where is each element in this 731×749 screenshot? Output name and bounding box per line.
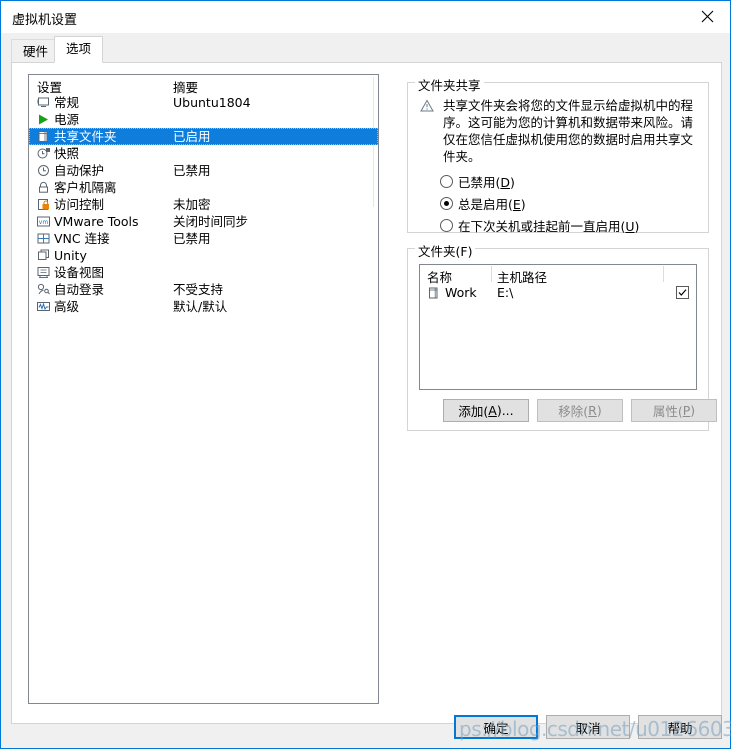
radio-disabled[interactable]: 已禁用(D) (440, 171, 515, 191)
options-tab-page: 设置 摘要 常规 Ubuntu1804 电源 共享文件夹 已启用 快照 自动保护… (11, 62, 722, 724)
list-item-vmware-tools[interactable]: vm VMware Tools 关闭时间同步 (29, 213, 378, 230)
list-item-autologon[interactable]: 自动登录 不受支持 (29, 281, 378, 298)
remove-folder-button[interactable]: 移除(R) (537, 399, 623, 422)
list-item-label: 自动保护 (54, 163, 105, 178)
autoprotect-clock-icon (36, 163, 51, 178)
list-item-summary: 已禁用 (173, 163, 211, 178)
folder-icon (427, 286, 441, 300)
list-item-unity[interactable]: Unity (29, 247, 378, 264)
close-icon[interactable] (685, 1, 730, 32)
radio-until-shutdown-label: 在下次关机或挂起前一直启用(U) (458, 218, 640, 234)
cancel-button[interactable]: 取消 (546, 715, 630, 739)
list-item-label: 常规 (54, 95, 80, 110)
radio-indicator (440, 218, 453, 232)
snapshot-clock-icon (36, 146, 51, 161)
radio-always-enabled-label: 总是启用(E) (458, 196, 526, 212)
unity-icon (36, 248, 51, 263)
column-divider (663, 266, 664, 282)
list-item-autoprotect[interactable]: 自动保护 已禁用 (29, 162, 378, 179)
shared-folder-icon (36, 129, 51, 144)
radio-indicator (440, 174, 453, 188)
tab-strip: 硬件 选项 (1, 33, 730, 63)
list-item-vnc[interactable]: VNC 连接 已禁用 (29, 230, 378, 247)
list-item-label: 高级 (54, 299, 80, 314)
help-button[interactable]: 帮助 (638, 715, 722, 739)
folder-host-path: E:\ (497, 285, 514, 300)
list-item-summary: 未加密 (173, 197, 211, 212)
folder-sharing-title: 文件夹共享 (415, 75, 484, 94)
folder-sharing-warning-text: 共享文件夹会将您的文件显示给虚拟机中的程序。这可能为您的计算机和数据带来风险。请… (443, 98, 694, 164)
device-view-icon (36, 265, 51, 280)
list-item-guest-isolation[interactable]: 客户机隔离 (29, 179, 378, 196)
list-item-label: Unity (54, 248, 87, 263)
list-item-snapshots[interactable]: 快照 (29, 145, 378, 162)
radio-disabled-label: 已禁用(D) (458, 174, 515, 190)
settings-list[interactable]: 设置 摘要 常规 Ubuntu1804 电源 共享文件夹 已启用 快照 自动保护… (28, 74, 379, 704)
folder-sharing-group: 文件夹共享 共享文件夹会将您的文件显示给虚拟机中的程序。这可能为您的计算机和数据… (407, 75, 709, 235)
list-item-summary: 已启用 (173, 129, 211, 144)
vmware-tools-icon: vm (36, 214, 51, 229)
list-item-label: 电源 (54, 112, 80, 127)
vnc-icon (36, 231, 51, 246)
folders-table[interactable]: 名称 主机路径 Work E:\ (419, 264, 697, 390)
window-title: 虚拟机设置 (12, 13, 78, 28)
list-item-device-view[interactable]: 设备视图 (29, 264, 378, 281)
list-item-label: 访问控制 (54, 197, 105, 212)
monitor-icon (36, 95, 51, 110)
lock-icon (36, 180, 51, 195)
tab-options[interactable]: 选项 (54, 36, 104, 63)
list-item-general[interactable]: 常规 Ubuntu1804 (29, 94, 378, 111)
list-item-summary: 不受支持 (173, 282, 224, 297)
access-control-icon (36, 197, 51, 212)
list-item-summary: 已禁用 (173, 231, 211, 246)
warning-triangle-icon (420, 99, 434, 113)
list-item-label: 设备视图 (54, 265, 105, 280)
options-detail-pane: 文件夹共享 共享文件夹会将您的文件显示给虚拟机中的程序。这可能为您的计算机和数据… (397, 63, 717, 723)
vm-settings-dialog: 虚拟机设置 硬件 选项 设置 摘要 常规 Ubuntu1804 电源 共享文件夹… (0, 0, 731, 749)
folders-table-header: 名称 主机路径 (420, 265, 696, 285)
radio-indicator (440, 196, 453, 210)
radio-always-enabled[interactable]: 总是启用(E) (440, 193, 526, 213)
list-item-summary: 关闭时间同步 (173, 214, 249, 229)
play-icon (36, 112, 51, 127)
autologon-icon (36, 282, 51, 297)
ok-button[interactable]: 确定 (454, 715, 538, 739)
list-item-label: 自动登录 (54, 282, 105, 297)
folders-group: 文件夹(F) 名称 主机路径 Work E:\ 添加(A)... 移除(R… (407, 241, 717, 431)
folders-title: 文件夹(F) (415, 241, 476, 260)
folder-properties-button[interactable]: 属性(P) (631, 399, 717, 422)
list-item-summary: Ubuntu1804 (173, 95, 251, 110)
folder-enabled-checkbox[interactable] (676, 286, 689, 299)
title-bar: 虚拟机设置 (1, 1, 730, 33)
list-item-label: 客户机隔离 (54, 180, 117, 195)
list-item-power[interactable]: 电源 (29, 111, 378, 128)
radio-until-shutdown[interactable]: 在下次关机或挂起前一直启用(U) (440, 215, 639, 235)
advanced-icon (36, 299, 51, 314)
folder-name: Work (445, 285, 477, 300)
list-item-label: VNC 连接 (54, 231, 110, 246)
list-item-advanced[interactable]: 高级 默认/默认 (29, 298, 378, 315)
tab-hardware[interactable]: 硬件 (11, 39, 61, 63)
add-folder-button[interactable]: 添加(A)... (443, 399, 529, 422)
list-item-shared-folders[interactable]: 共享文件夹 已启用 (29, 128, 378, 145)
settings-list-header: 设置 摘要 (29, 75, 378, 95)
list-item-access-control[interactable]: 访问控制 未加密 (29, 196, 378, 213)
list-item-summary: 默认/默认 (173, 299, 228, 314)
list-item-label: VMware Tools (54, 214, 139, 229)
svg-text:vm: vm (39, 219, 49, 226)
list-item-label: 快照 (54, 146, 80, 161)
list-item-label: 共享文件夹 (54, 129, 117, 144)
table-row[interactable]: Work E:\ (420, 284, 696, 302)
settings-list-rows: 常规 Ubuntu1804 电源 共享文件夹 已启用 快照 自动保护 已禁用 客… (29, 94, 378, 315)
column-divider (491, 266, 492, 282)
